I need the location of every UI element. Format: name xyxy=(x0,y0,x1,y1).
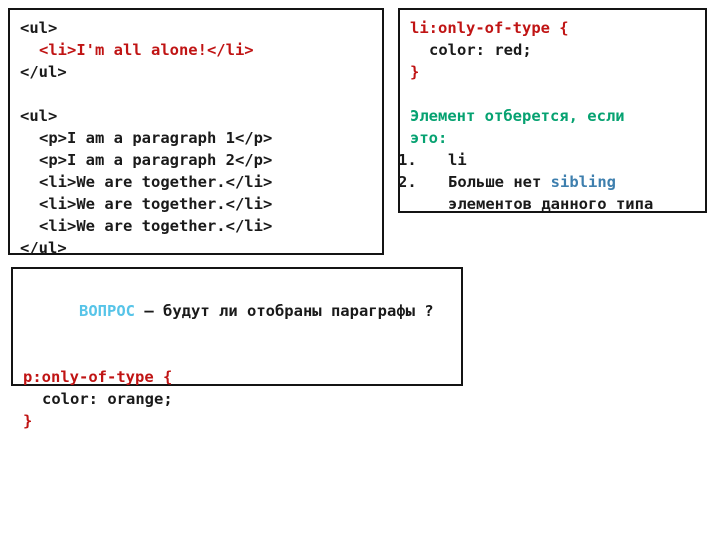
condition-item-1-marker: 1. xyxy=(398,151,417,169)
condition-item-2-marker: 2. xyxy=(398,173,417,191)
li-rule-line-4-seg-1 xyxy=(410,85,419,103)
html-markup-line-11-seg-1: </ul> xyxy=(20,239,67,257)
li-rule-line-3-seg-1: } xyxy=(410,63,420,81)
html-markup-line-3: </ul> xyxy=(20,61,374,83)
question-rule-line-3-seg-1: color: orange; xyxy=(42,390,173,408)
html-markup-line-8-seg-1: <li>We are together.</li> xyxy=(39,173,273,191)
html-markup-line-3-seg-1: </ul> xyxy=(20,63,67,81)
li-rule-line-1-seg-1: li:only-of-type { xyxy=(410,19,569,37)
question-rule-line-1 xyxy=(23,344,453,366)
slide-canvas: <ul> <li>I'm all alone!</li> </ul> <ul> <p>… xyxy=(0,0,720,540)
html-markup-line-4-seg-1 xyxy=(20,85,29,103)
condition-item-2-continuation: элементов данного типа xyxy=(448,195,654,213)
li-rule-line-2-seg-1: color: red; xyxy=(429,41,532,59)
html-markup-line-6: <p>I am a paragraph 1</p> xyxy=(20,127,374,149)
html-markup-line-4 xyxy=(20,83,374,105)
html-markup-code-box: <ul> <li>I'm all alone!</li> </ul> <ul> <p>… xyxy=(8,8,384,257)
html-markup-line-10: <li>We are together.</li> xyxy=(20,215,374,237)
html-markup-line-5: <ul> xyxy=(20,105,374,127)
condition-item-2-part-1: Больше нет xyxy=(448,173,551,191)
explanation-heading-line-2: это: xyxy=(410,129,448,147)
li-rule-line-4 xyxy=(410,83,699,105)
condition-item-1: 1. li xyxy=(398,149,699,171)
li-rule-line-1: li:only-of-type { xyxy=(410,17,699,39)
html-markup-line-9: <li>We are together.</li> xyxy=(20,193,374,215)
html-markup-line-10-seg-1: <li>We are together.</li> xyxy=(39,217,273,235)
li-only-of-type-rule-box: li:only-of-type { color: red;} Элемент от… xyxy=(398,8,707,213)
question-line: ВОПРОС – будут ли отобраны параграфы ? xyxy=(23,278,453,344)
li-rule-code-lines: li:only-of-type { color: red;} xyxy=(410,17,699,105)
question-rule-line-1-seg-1 xyxy=(23,346,32,364)
question-rule-line-2-seg-1: p:only-of-type { xyxy=(23,368,173,386)
html-markup-line-6-seg-1: <p>I am a paragraph 1</p> xyxy=(39,129,273,147)
question-rule-line-4-seg-1: } xyxy=(23,412,33,430)
html-markup-code-lines: <ul> <li>I'm all alone!</li> </ul> <ul> <p>… xyxy=(20,17,374,259)
li-rule-line-3: } xyxy=(410,61,699,83)
html-markup-line-7: <p>I am a paragraph 2</p> xyxy=(20,149,374,171)
explanation-condition-list: 1. li 2. Больше нет sibling элементов данног… xyxy=(398,149,699,215)
question-rule-line-2: p:only-of-type { xyxy=(23,366,453,388)
html-markup-line-2: <li>I'm all alone!</li> xyxy=(20,39,374,61)
html-markup-line-8: <li>We are together.</li> xyxy=(20,171,374,193)
html-markup-line-1-seg-1: <ul> xyxy=(20,19,58,37)
question-rule-line-4: } xyxy=(23,410,453,432)
question-rule-code-lines: p:only-of-type { color: orange;} xyxy=(23,344,453,432)
question-label: ВОПРОС xyxy=(79,302,135,320)
html-markup-line-2-seg-1: <li>I'm all alone!</li> xyxy=(39,41,254,59)
html-markup-line-9-seg-1: <li>We are together.</li> xyxy=(39,195,273,213)
html-markup-line-1: <ul> xyxy=(20,17,374,39)
question-text: – будут ли отобраны параграфы ? xyxy=(135,302,434,320)
condition-item-1-part-1: li xyxy=(448,151,467,169)
question-code-box: ВОПРОС – будут ли отобраны параграфы ? p… xyxy=(11,267,463,430)
html-markup-line-7-seg-1: <p>I am a paragraph 2</p> xyxy=(39,151,273,169)
explanation-heading-line-1: Элемент отберется, если xyxy=(410,107,625,125)
condition-item-2: 2. Больше нет sibling xyxy=(398,171,699,193)
li-rule-line-2: color: red; xyxy=(410,39,699,61)
condition-item-2-part-2: sibling xyxy=(550,173,616,191)
html-markup-line-11: </ul> xyxy=(20,237,374,259)
question-rule-line-3: color: orange; xyxy=(23,388,453,410)
html-markup-line-5-seg-1: <ul> xyxy=(20,107,58,125)
